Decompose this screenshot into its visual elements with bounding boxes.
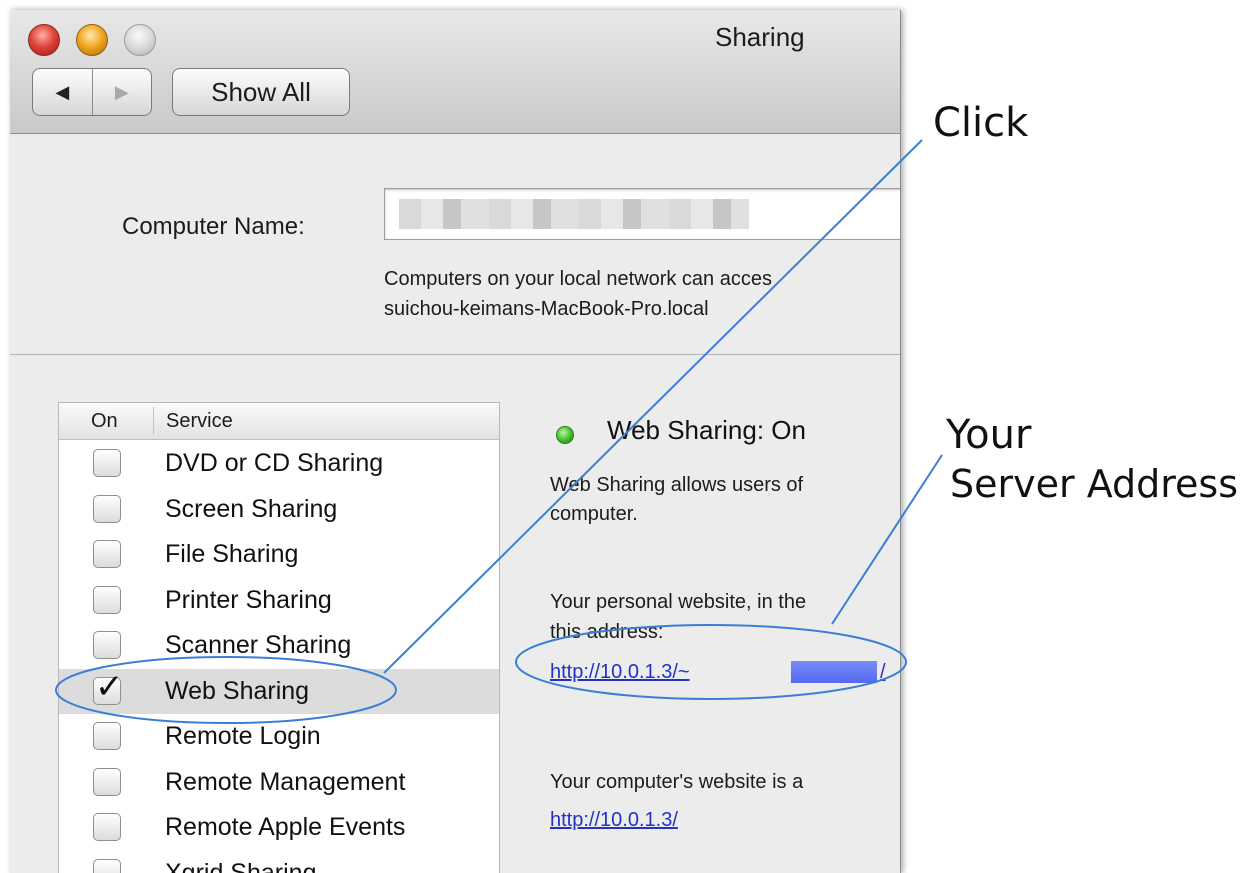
titlebar-toolbar: Sharing ◀ ▶ Show All — [10, 10, 900, 134]
show-all-button[interactable]: Show All — [172, 68, 350, 116]
screenshot-stage: Sharing ◀ ▶ Show All Computer Name: Comp… — [0, 0, 1253, 873]
web-sharing-description-line2: computer. — [550, 503, 638, 525]
service-checkbox[interactable]: ✓ — [93, 670, 124, 705]
service-name: Screen Sharing — [165, 494, 338, 523]
personal-website-text-line1: Your personal website, in the — [550, 591, 807, 613]
personal-website-link-tail[interactable]: / — [880, 661, 886, 684]
local-hostname: suichou-keimans-MacBook-Pro.local — [384, 298, 709, 320]
service-checkbox[interactable] — [93, 767, 121, 796]
service-checkbox[interactable] — [93, 585, 121, 614]
service-name: File Sharing — [165, 540, 299, 568]
service-name: Printer Sharing — [165, 585, 332, 614]
service-row[interactable]: Scanner Sharing — [59, 623, 499, 668]
service-name: Xgrid Sharing — [165, 858, 317, 873]
personal-website-link[interactable]: http://10.0.1.3/~ — [550, 661, 690, 684]
back-button[interactable]: ◀ — [33, 69, 92, 115]
service-row[interactable]: Remote Login — [59, 714, 499, 759]
computer-name-description: Computers on your local network can acce… — [384, 268, 772, 290]
service-list-header: On Service — [59, 403, 499, 440]
click-annotation: Click — [933, 100, 1029, 146]
service-name: Remote Login — [165, 722, 321, 750]
computer-name-field[interactable] — [384, 188, 900, 240]
service-checkbox[interactable] — [93, 813, 121, 841]
service-checkbox[interactable] — [93, 858, 121, 873]
zoom-window-button[interactable] — [124, 24, 156, 56]
column-header-on[interactable]: On — [91, 410, 118, 433]
web-sharing-status: Web Sharing: On — [607, 415, 806, 445]
computer-name-label: Computer Name: — [122, 213, 305, 240]
service-checkbox[interactable] — [93, 449, 121, 477]
computer-website-text: Your computer's website is a — [550, 771, 804, 793]
forward-button[interactable]: ▶ — [91, 69, 152, 115]
service-row[interactable]: Xgrid Sharing — [59, 851, 499, 873]
forward-arrow-icon: ▶ — [114, 81, 129, 102]
service-row[interactable]: Remote Management — [59, 760, 499, 805]
blurred-computer-name — [399, 199, 749, 229]
service-checkbox[interactable] — [93, 722, 121, 750]
column-header-service[interactable]: Service — [166, 410, 233, 433]
sharing-window: Sharing ◀ ▶ Show All Computer Name: Comp… — [10, 10, 901, 873]
service-row[interactable]: ✓ Web Sharing — [59, 668, 499, 714]
service-name: Remote Management — [165, 767, 406, 796]
redacted-username — [791, 661, 877, 683]
service-row[interactable]: Screen Sharing — [59, 487, 499, 532]
service-checkbox[interactable] — [93, 631, 121, 659]
window-title: Sharing — [715, 22, 805, 52]
service-row[interactable]: Remote Apple Events — [59, 805, 499, 850]
personal-website-text-line2: this address: — [550, 621, 664, 643]
computer-website-link[interactable]: http://10.0.1.3/ — [550, 809, 678, 832]
server-address-annotation: Server Address — [950, 462, 1239, 506]
service-name: Scanner Sharing — [165, 631, 352, 659]
service-row[interactable]: Printer Sharing — [59, 578, 499, 623]
column-divider — [153, 407, 154, 435]
close-window-button[interactable] — [28, 24, 60, 56]
service-row[interactable]: File Sharing — [59, 532, 499, 577]
computer-name-panel: Computer Name: Computers on your local n… — [10, 134, 900, 355]
service-row[interactable]: DVD or CD Sharing — [59, 441, 499, 486]
service-checkbox[interactable] — [93, 540, 121, 568]
back-arrow-icon: ◀ — [55, 81, 70, 102]
back-forward-control: ◀ ▶ — [32, 68, 152, 116]
service-name: DVD or CD Sharing — [165, 449, 384, 477]
service-name: Web Sharing — [165, 676, 310, 705]
service-checkbox[interactable] — [93, 494, 121, 523]
checkmark-icon: ✓ — [95, 666, 124, 707]
service-name: Remote Apple Events — [165, 813, 406, 841]
minimize-window-button[interactable] — [76, 24, 108, 56]
your-annotation: Your — [946, 412, 1032, 458]
web-sharing-description-line1: Web Sharing allows users of — [550, 474, 804, 496]
service-list: On Service DVD or CD Sharing Screen Shari… — [58, 402, 500, 873]
status-indicator-icon — [556, 426, 574, 444]
